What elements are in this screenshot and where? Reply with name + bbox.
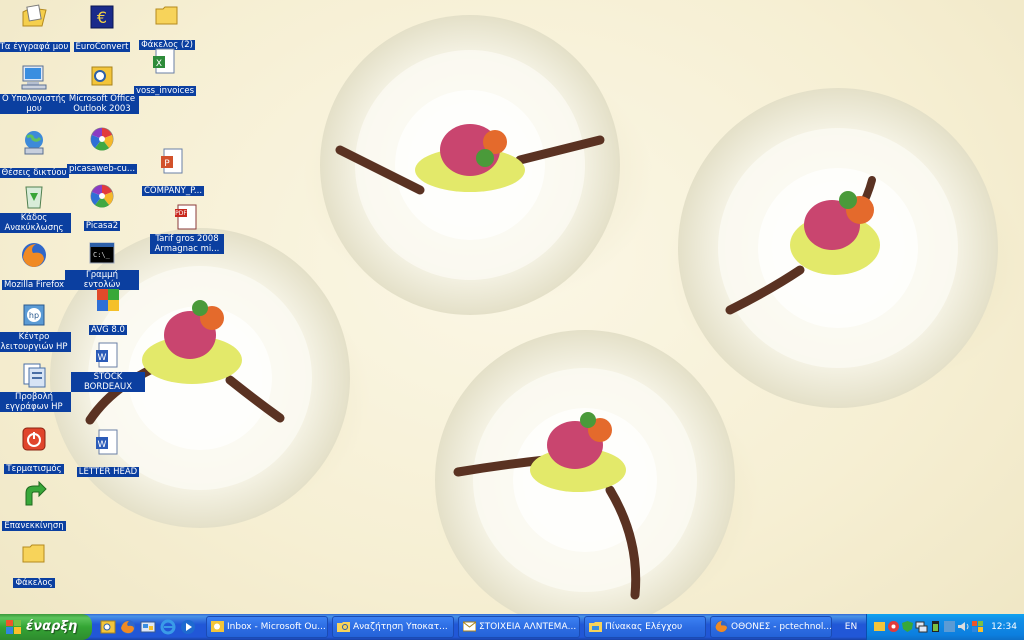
flower-dancer-1 (303, 15, 653, 315)
excel-document-icon: X (153, 48, 175, 74)
my-computer-icon (21, 65, 47, 90)
firefox-icon[interactable] (120, 619, 136, 635)
euro-icon: € (90, 5, 114, 29)
volume-icon[interactable] (957, 620, 970, 633)
picasa-icon (90, 184, 114, 208)
shutdown-icon (22, 427, 46, 451)
windows-logo-icon (6, 620, 21, 634)
firefox-icon (715, 620, 728, 633)
flower-dancer-4 (430, 330, 760, 614)
desktop-icon-restart[interactable]: Επανεκκίνηση (0, 481, 71, 532)
svg-text:hp: hp (29, 311, 39, 320)
desktop-icon-my-documents[interactable]: Τα έγγραφά μου (0, 2, 71, 53)
desktop-icon-network-places[interactable]: Θέσεις δικτύου (0, 128, 71, 179)
svg-text:PDF: PDF (175, 210, 187, 217)
desktop-icon-company-presentation[interactable]: P COMPANY_P... (136, 146, 210, 197)
network-places-icon (24, 131, 44, 155)
desktop-icon-shutdown[interactable]: Τερματισμός (0, 424, 71, 475)
picasa-icon[interactable] (887, 620, 900, 633)
start-label: έναρξη (26, 619, 78, 634)
shield-icon[interactable] (901, 620, 914, 633)
internet-explorer-icon[interactable] (160, 619, 176, 635)
clock[interactable]: 12:34 (991, 614, 1017, 640)
task-inbox-outlook[interactable]: Inbox - Microsoft Ou... (206, 616, 328, 638)
outlook-icon (211, 621, 224, 632)
hp-document-viewer-icon (23, 363, 46, 388)
outlook-icon (91, 66, 113, 86)
desktop-icon-my-computer[interactable]: Ο Υπολογιστής μου (0, 62, 71, 115)
word-document-icon: W (96, 429, 118, 455)
svg-text:€: € (97, 8, 107, 27)
folder-icon (22, 544, 45, 563)
desktop[interactable]: Τα έγγραφά μου Ο Υπολογιστής μου Θέσεις … (0, 0, 1024, 614)
recycle-bin-icon (25, 186, 43, 209)
desktop-icon-command-prompt[interactable]: C:\_ Γραμμή εντολών (65, 238, 139, 291)
my-documents-icon (22, 4, 47, 27)
hp-solution-center-icon: hp (23, 304, 45, 326)
task-search-window[interactable]: Αναζήτηση Υποκατ... (332, 616, 454, 638)
picasa-icon (90, 127, 114, 151)
quick-launch (98, 614, 202, 640)
hp-icon[interactable] (943, 620, 956, 633)
outlook-icon[interactable] (873, 620, 886, 633)
desktop-icon-firefox[interactable]: Mozilla Firefox (0, 240, 71, 291)
security-alert-icon[interactable] (971, 620, 984, 633)
media-player-icon[interactable] (180, 619, 196, 635)
start-button[interactable]: έναρξη (0, 614, 92, 640)
avg-icon (97, 289, 119, 311)
battery-icon[interactable] (929, 620, 942, 633)
pdf-document-icon: PDF (175, 204, 197, 230)
desktop-icon-picasaweb[interactable]: picasaweb-cu... (65, 124, 139, 175)
desktop-icon-avg[interactable]: AVG 8.0 (71, 285, 145, 336)
folder-icon (155, 6, 178, 25)
powerpoint-document-icon: P (161, 148, 183, 174)
desktop-icon-letter-head[interactable]: W LETTER HEAD (71, 427, 145, 478)
desktop-icon-folder-2[interactable]: Φάκελος (2) (130, 0, 204, 51)
svg-text:X: X (156, 59, 162, 69)
show-desktop-icon[interactable] (140, 619, 156, 635)
desktop-icon-hp-solution-center[interactable]: hp Κέντρο λειτουργιών HP (0, 300, 71, 353)
desktop-icon-recycle-bin[interactable]: Κάδος Ανακύκλωσης (0, 181, 71, 234)
flower-dancer-2 (665, 88, 1024, 408)
language-indicator[interactable]: EN (838, 614, 864, 640)
svg-text:W: W (98, 440, 107, 450)
desktop-icon-stock-bordeaux[interactable]: W STOCK BORDEAUX (71, 340, 145, 393)
task-firefox[interactable]: ΟΘΟΝΕΣ - pctechnol... (710, 616, 832, 638)
task-mail-message[interactable]: ΣΤΟΙΧΕΙΑ ΑΛΝΤΕΜΑ... (458, 616, 580, 638)
firefox-icon (22, 243, 46, 267)
svg-text:P: P (164, 159, 170, 169)
word-document-icon: W (96, 342, 118, 368)
desktop-icon-tarif-gros-pdf[interactable]: PDF Tarif gros 2008 Armagnac mi... (150, 202, 224, 255)
svg-text:W: W (98, 353, 107, 363)
restart-icon (25, 481, 47, 506)
taskbar: έναρξη Inbox - Microsoft Ou... Αναζήτηση… (0, 614, 1024, 640)
desktop-icon-picasa2[interactable]: Picasa2 (65, 181, 139, 232)
control-panel-icon (589, 622, 602, 632)
desktop-icon-hp-document-viewer[interactable]: Προβολή εγγράφων HP (0, 360, 71, 413)
svg-text:C:\_: C:\_ (93, 251, 111, 259)
task-control-panel[interactable]: Πίνακας Ελέγχου (584, 616, 706, 638)
outlook-icon[interactable] (100, 619, 116, 635)
desktop-icon-voss-invoices[interactable]: X voss_invoices (128, 46, 202, 97)
mail-message-icon (463, 621, 476, 632)
command-prompt-icon: C:\_ (89, 242, 115, 264)
network-icon[interactable] (915, 620, 928, 633)
search-window-icon (337, 622, 350, 632)
system-tray: 12:34 (866, 614, 1024, 640)
desktop-icon-folder[interactable]: Φάκελος (0, 538, 71, 589)
